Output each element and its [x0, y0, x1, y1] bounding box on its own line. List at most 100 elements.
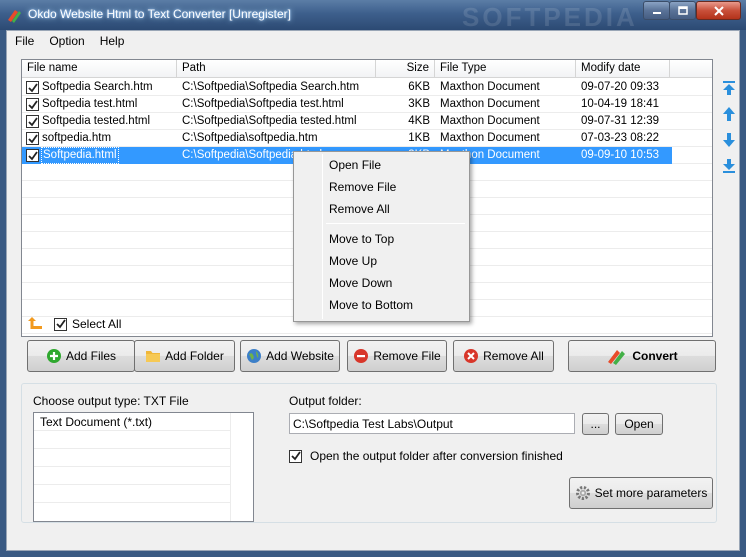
- menu-option[interactable]: Option: [41, 31, 91, 51]
- open-after-conversion[interactable]: Open the output folder after conversion …: [289, 449, 563, 463]
- close-button[interactable]: [696, 1, 741, 20]
- gear-icon: [575, 486, 590, 500]
- convert-button[interactable]: Convert: [568, 340, 716, 372]
- file-name-text: Softpedia test.html: [42, 98, 138, 110]
- remove-icon: [354, 349, 369, 363]
- checkmark-icon: [27, 99, 38, 109]
- remove-file-button[interactable]: Remove File: [347, 340, 447, 372]
- file-name-text: Softpedia.html: [41, 147, 119, 164]
- file-row-checkbox[interactable]: [26, 149, 39, 162]
- file-name-text: Softpedia tested.html: [42, 115, 151, 127]
- file-list-header: File name Path Size File Type Modify dat…: [22, 60, 712, 78]
- remove-file-label: Remove File: [373, 349, 441, 363]
- checkmark-icon: [55, 319, 66, 329]
- file-date-cell: 10-04-19 18:41: [581, 98, 660, 110]
- add-files-label: Add Files: [65, 349, 117, 363]
- file-row-checkbox[interactable]: [26, 81, 39, 94]
- file-type-cell: Maxthon Document: [440, 98, 540, 110]
- file-row[interactable]: Softpedia tested.html C:\Softpedia\Softpe…: [22, 113, 712, 130]
- remove-all-button[interactable]: Remove All: [453, 340, 554, 372]
- output-type-item[interactable]: Text Document (*.txt): [34, 413, 230, 431]
- client-area: File Option Help File name Path Size Fil…: [6, 30, 740, 551]
- title-bar[interactable]: SOFTPEDIA Okdo Website Html to Text Conv…: [0, 0, 746, 32]
- column-path[interactable]: Path: [177, 60, 376, 78]
- file-name-cell: Softpedia.html: [22, 147, 177, 164]
- output-type-empty-row: [34, 431, 230, 449]
- window-frame-bottom: [0, 551, 746, 557]
- checkmark-icon: [27, 82, 38, 92]
- column-filler: [670, 60, 712, 78]
- file-type-cell: Maxthon Document: [440, 115, 540, 127]
- more-parameters-button[interactable]: Set more parameters: [569, 477, 713, 509]
- add-folder-button[interactable]: Add Folder: [134, 340, 235, 372]
- output-folder-label: Output folder:: [289, 394, 362, 408]
- globe-icon: [247, 349, 262, 363]
- minimize-icon: [652, 11, 661, 14]
- column-file-type[interactable]: File Type: [435, 60, 576, 78]
- move-buttons: [721, 79, 737, 183]
- file-name-cell: Softpedia tested.html: [22, 113, 177, 130]
- window-frame-right: [740, 30, 746, 557]
- move-up-button[interactable]: [721, 105, 737, 123]
- column-file-name[interactable]: File name: [22, 60, 177, 78]
- file-name-cell: Softpedia Search.htm: [22, 79, 177, 96]
- arrow-down-icon: [723, 133, 735, 147]
- output-type-empty-row: [34, 467, 230, 485]
- open-after-checkbox[interactable]: [289, 449, 302, 463]
- column-modify-date[interactable]: Modify date: [576, 60, 670, 78]
- minimize-button[interactable]: [643, 1, 670, 20]
- list-column-divider: [230, 413, 231, 521]
- convert-label: Convert: [632, 349, 678, 363]
- move-to-top-icon: [723, 81, 735, 95]
- open-folder-button[interactable]: Open: [615, 413, 663, 435]
- context-menu: Open File Remove File Remove All Move to…: [293, 151, 470, 322]
- delete-icon: [464, 349, 479, 363]
- file-type-cell: Maxthon Document: [440, 132, 540, 144]
- maximize-icon: [677, 6, 688, 15]
- file-row[interactable]: Softpedia test.html C:\Softpedia\Softpedi…: [22, 96, 712, 113]
- file-row-checkbox[interactable]: [26, 115, 39, 128]
- maximize-button[interactable]: [669, 1, 696, 20]
- select-all[interactable]: Select All: [54, 317, 121, 331]
- checkmark-icon: [27, 150, 38, 160]
- file-row[interactable]: softpedia.htm C:\Softpedia\softpedia.htm 1…: [22, 130, 712, 147]
- output-type-list[interactable]: Text Document (*.txt): [33, 412, 254, 522]
- context-menu-gutter: [322, 154, 323, 319]
- file-size-cell: 3KB: [408, 98, 430, 110]
- file-size-cell: 6KB: [408, 81, 430, 93]
- file-date-cell: 07-03-23 08:22: [581, 132, 660, 144]
- file-path-cell: C:\Softpedia\softpedia.htm: [182, 132, 318, 144]
- app-icon: [8, 10, 21, 23]
- file-size-cell: 4KB: [408, 115, 430, 127]
- file-path-cell: C:\Softpedia\Softpedia Search.htm: [182, 81, 360, 93]
- file-row[interactable]: Softpedia Search.htm C:\Softpedia\Softped…: [22, 79, 712, 96]
- add-website-label: Add Website: [266, 349, 334, 363]
- file-name-cell: Softpedia test.html: [22, 96, 177, 113]
- move-top-button[interactable]: [721, 79, 737, 97]
- checkmark-icon: [27, 116, 38, 126]
- file-path-cell: C:\Softpedia\Softpedia test.html: [182, 98, 344, 110]
- add-files-button[interactable]: Add Files: [27, 340, 135, 372]
- add-website-button[interactable]: Add Website: [240, 340, 340, 372]
- up-folder-icon[interactable]: [27, 316, 43, 330]
- select-all-checkbox[interactable]: [54, 317, 67, 331]
- file-name-text: softpedia.htm: [42, 132, 112, 144]
- output-type-label: Choose output type: TXT File: [33, 394, 189, 408]
- browse-button[interactable]: ...: [582, 413, 609, 435]
- open-after-label: Open the output folder after conversion …: [310, 449, 563, 463]
- file-type-cell: Maxthon Document: [440, 81, 540, 93]
- move-bottom-button[interactable]: [721, 157, 737, 175]
- convert-icon: [608, 350, 626, 365]
- menu-help[interactable]: Help: [92, 31, 132, 51]
- folder-icon: [146, 351, 161, 362]
- softpedia-watermark: SOFTPEDIA: [462, 2, 638, 32]
- file-row-checkbox[interactable]: [26, 98, 39, 111]
- file-row-checkbox[interactable]: [26, 132, 39, 145]
- menu-file[interactable]: File: [7, 31, 41, 51]
- column-size[interactable]: Size: [376, 60, 435, 78]
- move-down-button[interactable]: [721, 131, 737, 149]
- file-date-cell: 09-07-20 09:33: [581, 81, 660, 93]
- output-folder-input[interactable]: [289, 413, 575, 434]
- menu-bar: File Option Help: [7, 31, 739, 51]
- select-all-label: Select All: [72, 317, 122, 331]
